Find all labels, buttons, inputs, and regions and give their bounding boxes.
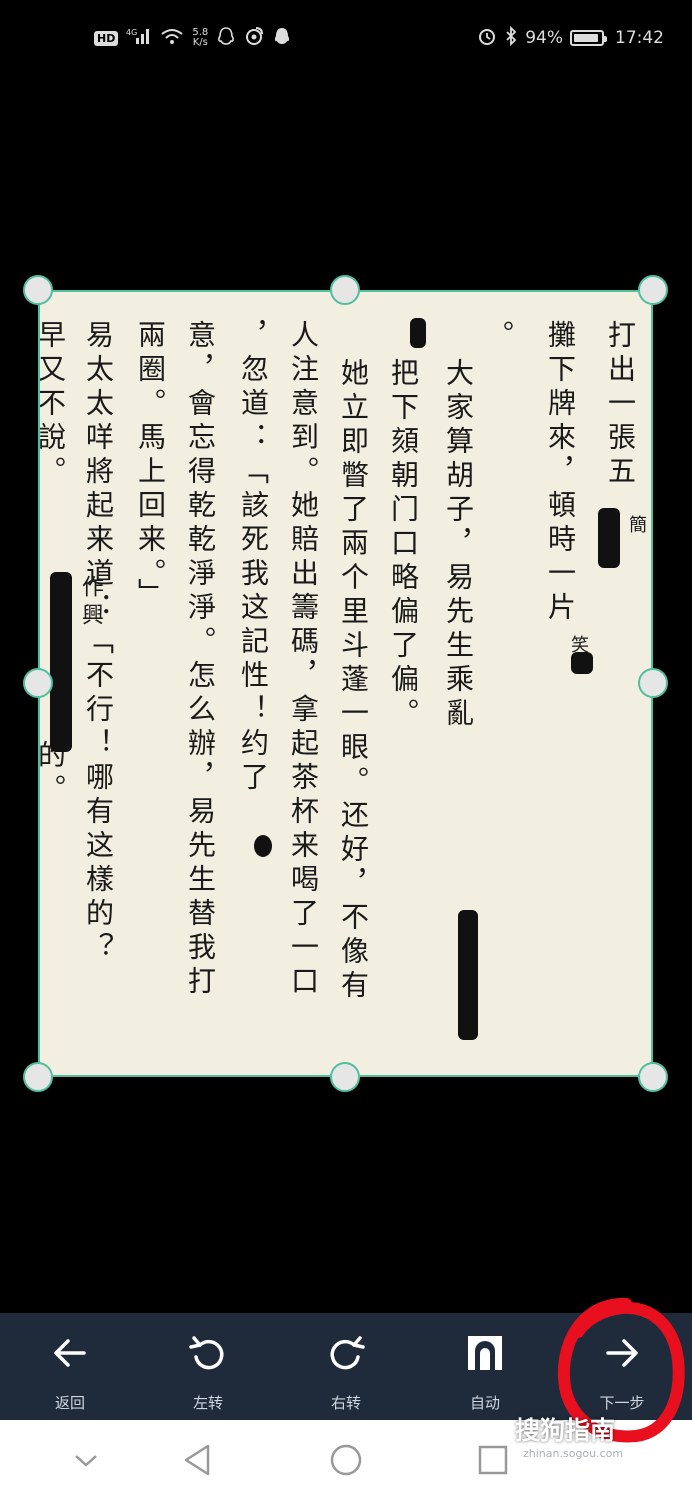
next-step-label: 下一步: [599, 1394, 645, 1412]
back-label: 返回: [54, 1394, 85, 1412]
wifi-icon: [160, 27, 184, 49]
crop-handle-top-left[interactable]: [23, 275, 53, 305]
auto-crop-icon: [468, 1336, 502, 1370]
back-button[interactable]: 返回: [20, 1313, 120, 1420]
nav-hide-button[interactable]: [66, 1442, 106, 1478]
text-column: 攤下牌來，頓時一片: [544, 320, 577, 626]
rotate-left-icon: [189, 1336, 224, 1370]
network-speed: 5.8 K/s: [192, 28, 208, 48]
qq-icon: [216, 26, 236, 50]
qq-filled-icon: [272, 26, 292, 50]
square-recents-icon: [478, 1445, 508, 1475]
crop-handle-bottom[interactable]: [330, 1062, 360, 1092]
status-left: HD 4G 5.8 K/s: [94, 26, 292, 50]
redaction-mark: [254, 835, 272, 857]
rotate-right-icon: [330, 1336, 365, 1370]
nav-back-button[interactable]: [178, 1442, 218, 1478]
nav-recents-button[interactable]: [472, 1442, 512, 1478]
network-type: 4G: [126, 28, 137, 37]
crop-handle-top-right[interactable]: [638, 275, 668, 305]
triangle-back-icon: [184, 1444, 210, 1476]
rotate-left-button[interactable]: 左转: [158, 1313, 258, 1420]
redaction-mark: [458, 910, 478, 1040]
margin-annotation: 簡: [626, 515, 647, 539]
signal-icon: 4G: [126, 26, 152, 50]
text-column: 易太太咩將起来道：「不行！哪有这樣的？: [82, 320, 115, 966]
watermark-main: 搜狗指南: [515, 1416, 616, 1445]
rotate-right-button[interactable]: 右转: [296, 1313, 396, 1420]
battery-percent: 94%: [525, 28, 563, 48]
edit-toolbar: 返回 左转 右转 自动 下一步: [0, 1313, 692, 1420]
battery-icon: [570, 30, 607, 46]
watermark: 搜狗指南 zhinan.sogou.com: [515, 1411, 685, 1460]
status-right: 94% 17:42: [477, 25, 664, 50]
auto-crop-button[interactable]: 自动: [435, 1313, 535, 1420]
redaction-mark: [50, 572, 72, 752]
text-column: 人注意到。她賠出籌碼，拿起茶杯来喝了一口: [287, 320, 320, 1000]
text-column: 把下頦朝门口略偏了偏。: [387, 358, 420, 732]
redaction-mark: [571, 652, 593, 674]
crop-handle-right[interactable]: [638, 668, 668, 698]
arrow-right-icon: [606, 1339, 638, 1367]
clock: 17:42: [615, 28, 664, 48]
auto-crop-label: 自动: [469, 1394, 500, 1412]
text-column: 打出一張五: [604, 320, 637, 490]
nav-home-button[interactable]: [326, 1442, 366, 1478]
redaction-mark: [598, 508, 620, 568]
text-column: 她立即瞥了兩个里斗蓬一眼。还好，不像有: [337, 358, 370, 1004]
alarm-icon: [477, 26, 497, 50]
text-column: 。: [482, 320, 515, 354]
watermark-url: zhinan.sogou.com: [523, 1447, 624, 1460]
status-bar: HD 4G 5.8 K/s 94% 17:42: [0, 0, 692, 86]
text-column: 意，會忘得乾乾淨淨。怎么辦，易先生替我打: [184, 320, 217, 1000]
circle-home-icon: [330, 1444, 362, 1476]
speed-unit: K/s: [192, 37, 208, 48]
battery-fill: [574, 34, 599, 42]
text-column: 兩圈。馬上回来。」: [134, 320, 167, 612]
crop-handle-bottom-left[interactable]: [23, 1062, 53, 1092]
redaction-mark: [410, 318, 426, 348]
rotate-left-label: 左转: [192, 1394, 223, 1412]
text-column: 大家算胡子，易先生乘亂: [442, 358, 475, 732]
rotate-right-label: 右转: [330, 1394, 361, 1412]
text-column: 早又不說。: [38, 320, 67, 490]
text-column: ，忽道：「該死我这記性！约了: [237, 320, 270, 796]
crop-handle-bottom-right[interactable]: [638, 1062, 668, 1092]
crop-handle-top[interactable]: [330, 275, 360, 305]
arrow-left-icon: [54, 1339, 86, 1367]
crop-handle-left[interactable]: [23, 668, 53, 698]
document-preview: 打出一張五 攤下牌來，頓時一片 。 大家算胡子，易先生乘亂 把下頦朝门口略偏了偏…: [38, 290, 653, 1077]
hd-badge: HD: [94, 30, 119, 46]
margin-annotation: 作興: [78, 575, 103, 631]
bluetooth-icon: [504, 25, 518, 50]
chevron-down-icon: [75, 1455, 97, 1467]
next-step-button[interactable]: 下一步: [572, 1313, 672, 1420]
weibo-icon: [244, 26, 264, 50]
